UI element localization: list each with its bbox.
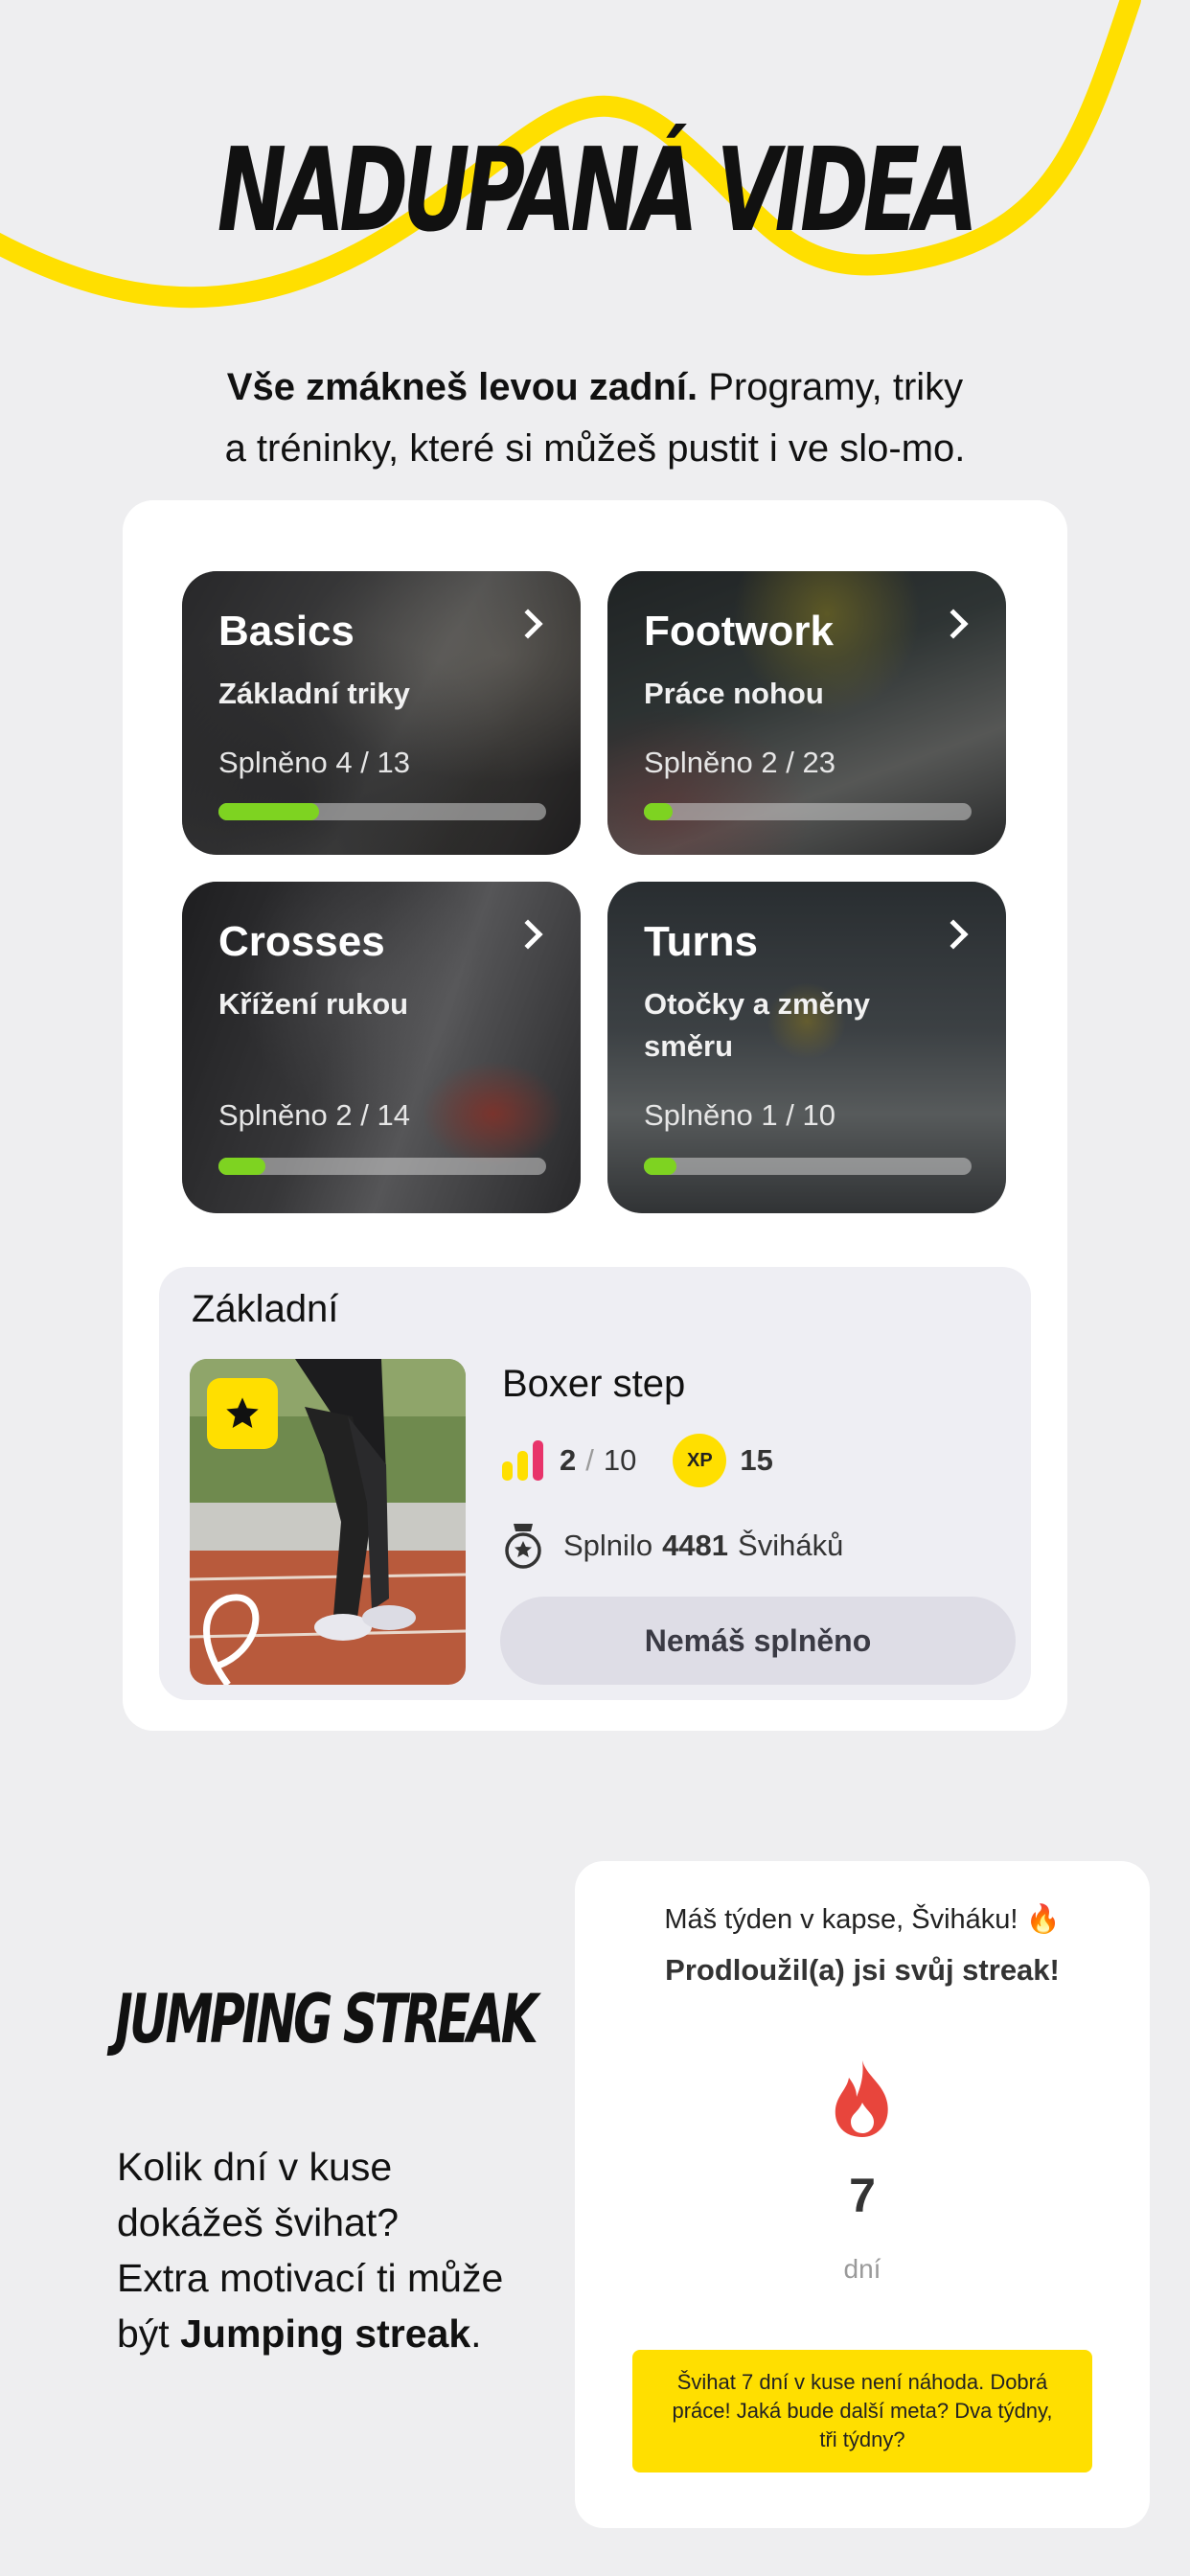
streak-title: JUMPING STREAK bbox=[115, 1980, 538, 2058]
lesson-section-title: Základní bbox=[192, 1288, 339, 1330]
hero-intro: Vše zmákneš levou zadní. Programy, triky… bbox=[0, 356, 1190, 479]
streak-days-count: 7 bbox=[849, 2169, 876, 2222]
progress-bar bbox=[644, 803, 972, 820]
program-progress-label: Splněno 4 / 13 bbox=[218, 746, 410, 779]
program-tile-footwork[interactable]: Footwork Práce nohou Splněno 2 / 23 bbox=[607, 571, 1006, 855]
program-title: Basics bbox=[218, 608, 355, 655]
hero-title: NADUPANÁ VIDEA bbox=[217, 125, 978, 258]
difficulty-bars-icon bbox=[502, 1440, 543, 1481]
program-subtitle: Křížení rukou bbox=[218, 987, 409, 1021]
programs-panel: Basics Základní triky Splněno 4 / 13 Foo… bbox=[123, 500, 1067, 1731]
completed-suffix: Šviháků bbox=[738, 1529, 844, 1562]
completed-prefix: Splnilo bbox=[563, 1529, 653, 1562]
flame-icon bbox=[835, 2060, 888, 2137]
xp-value: 15 bbox=[740, 1443, 773, 1477]
lesson-meta-row: 2 / 10 XP 15 bbox=[502, 1434, 773, 1487]
program-subtitle: Práce nohou bbox=[644, 677, 824, 710]
completed-row: Splnilo 4481 Šviháků bbox=[502, 1522, 843, 1570]
hero-intro-bold: Vše zmákneš levou zadní. bbox=[226, 366, 698, 408]
progress-fill bbox=[644, 803, 673, 820]
program-title: Turns bbox=[644, 918, 758, 965]
program-subtitle: Základní triky bbox=[218, 677, 410, 710]
program-tile-turns[interactable]: Turns Otočky a změny směru Splněno 1 / 1… bbox=[607, 882, 1006, 1213]
progress-fill bbox=[218, 1158, 265, 1175]
hero-intro-rest: Programy, triky bbox=[698, 366, 964, 408]
medal-icon bbox=[505, 1524, 541, 1569]
streak-text-line: dokážeš švihat? bbox=[117, 2200, 400, 2244]
streak-card-greeting: Máš týden v kapse, Šviháku! 🔥 bbox=[664, 1904, 1061, 1935]
streak-days-unit: dní bbox=[843, 2254, 881, 2284]
program-progress-label: Splněno 2 / 14 bbox=[218, 1098, 410, 1132]
lesson-thumbnail[interactable] bbox=[190, 1359, 466, 1685]
star-icon bbox=[226, 1397, 259, 1428]
streak-card: Máš týden v kapse, Šviháku! 🔥 Prodloužil… bbox=[575, 1861, 1150, 2528]
program-subtitle: Otočky a změny směru bbox=[644, 987, 871, 1063]
progress-fill bbox=[644, 1158, 677, 1175]
level-max: 10 bbox=[603, 1443, 637, 1477]
streak-text-line: Extra motivací ti může bbox=[117, 2256, 504, 2300]
level-separator: / bbox=[585, 1443, 594, 1477]
exercise-name: Boxer step bbox=[502, 1363, 686, 1405]
star-badge bbox=[207, 1378, 278, 1449]
progress-bar bbox=[644, 1158, 972, 1175]
program-tile-crosses[interactable]: Crosses Křížení rukou Splněno 2 / 14 bbox=[182, 882, 581, 1213]
lesson-card: Základní Boxer step 2 / 10 XP 15 Splnilo… bbox=[159, 1267, 1031, 1700]
program-progress-label: Splněno 2 / 23 bbox=[644, 746, 835, 779]
hero-intro-line2: a tréninky, které si můžeš pustit i ve s… bbox=[224, 427, 966, 470]
progress-bar bbox=[218, 803, 546, 820]
streak-description: Kolik dní v kuse dokážeš švihat? Extra m… bbox=[117, 2139, 567, 2361]
program-tile-basics[interactable]: Basics Základní triky Splněno 4 / 13 bbox=[182, 571, 581, 855]
xp-icon: XP bbox=[673, 1434, 727, 1487]
streak-text-bold: Jumping streak bbox=[180, 2312, 471, 2356]
progress-bar bbox=[218, 1158, 546, 1175]
streak-text-suffix: . bbox=[470, 2312, 482, 2356]
program-progress-label: Splněno 1 / 10 bbox=[644, 1098, 835, 1132]
progress-fill bbox=[218, 803, 320, 820]
program-title: Crosses bbox=[218, 918, 385, 965]
streak-text-line: Kolik dní v kuse bbox=[117, 2145, 393, 2189]
streak-text-prefix: být bbox=[117, 2312, 181, 2356]
program-title: Footwork bbox=[644, 608, 834, 655]
streak-card-headline: Prodloužil(a) jsi svůj streak! bbox=[665, 1953, 1060, 1987]
streak-note: Švihat 7 dní v kuse není náhoda. Dobrá p… bbox=[632, 2350, 1092, 2472]
completed-count: 4481 bbox=[662, 1529, 729, 1562]
level-value: 2 bbox=[560, 1443, 577, 1477]
not-completed-button[interactable]: Nemáš splněno bbox=[500, 1597, 1016, 1685]
